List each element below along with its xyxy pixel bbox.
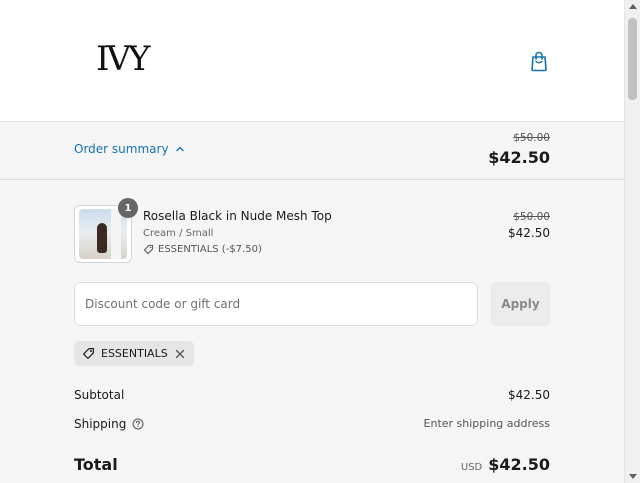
discount-code-input[interactable] bbox=[74, 282, 478, 326]
product-name: Rosella Black in Nude Mesh Top bbox=[143, 209, 332, 223]
product-discount-label: ESSENTIALS (-$7.50) bbox=[158, 244, 262, 255]
tag-icon bbox=[143, 244, 154, 255]
shipping-label: Shipping bbox=[74, 417, 127, 431]
shopping-bag-icon[interactable] bbox=[529, 50, 549, 72]
subtotal-value: $42.50 bbox=[508, 388, 550, 402]
order-summary-bar: Order summary $50.00 $42.50 bbox=[0, 122, 624, 180]
order-summary-label: Order summary bbox=[74, 142, 169, 156]
order-summary-toggle[interactable]: Order summary bbox=[74, 142, 185, 156]
product-compare-price: $50.00 bbox=[513, 211, 550, 223]
header: IVY bbox=[0, 0, 624, 122]
product-variant: Cream / Small bbox=[143, 228, 214, 239]
product-price: $42.50 bbox=[508, 226, 550, 240]
total-amount: USD $42.50 bbox=[461, 455, 550, 474]
shipping-row-label: Shipping bbox=[74, 417, 144, 431]
help-icon[interactable] bbox=[132, 418, 144, 430]
product-discount: ESSENTIALS (-$7.50) bbox=[143, 244, 262, 255]
scroll-up-icon[interactable] bbox=[629, 4, 637, 9]
currency-code: USD bbox=[460, 462, 483, 473]
product-image bbox=[79, 209, 127, 259]
vertical-scrollbar[interactable] bbox=[624, 0, 640, 483]
total-value: $42.50 bbox=[488, 455, 550, 474]
summary-total: $42.50 bbox=[488, 148, 550, 167]
order-summary-content: 1 Rosella Black in Nude Mesh Top Cream /… bbox=[0, 180, 624, 483]
applied-discount-chip: ESSENTIALS bbox=[74, 341, 194, 366]
subtotal-label: Subtotal bbox=[74, 388, 125, 402]
applied-discount-code: ESSENTIALS bbox=[101, 347, 168, 360]
scrollbar-thumb[interactable] bbox=[628, 18, 637, 100]
store-logo[interactable]: IVY bbox=[96, 40, 150, 78]
summary-compare-price: $50.00 bbox=[513, 132, 550, 144]
scroll-down-icon[interactable] bbox=[629, 474, 637, 479]
quantity-badge: 1 bbox=[118, 198, 138, 218]
chevron-up-icon bbox=[175, 146, 184, 152]
shipping-value: Enter shipping address bbox=[423, 417, 550, 430]
apply-button[interactable]: Apply bbox=[491, 282, 550, 326]
tag-icon bbox=[83, 348, 94, 359]
total-label: Total bbox=[74, 455, 118, 474]
close-icon[interactable] bbox=[174, 348, 186, 360]
